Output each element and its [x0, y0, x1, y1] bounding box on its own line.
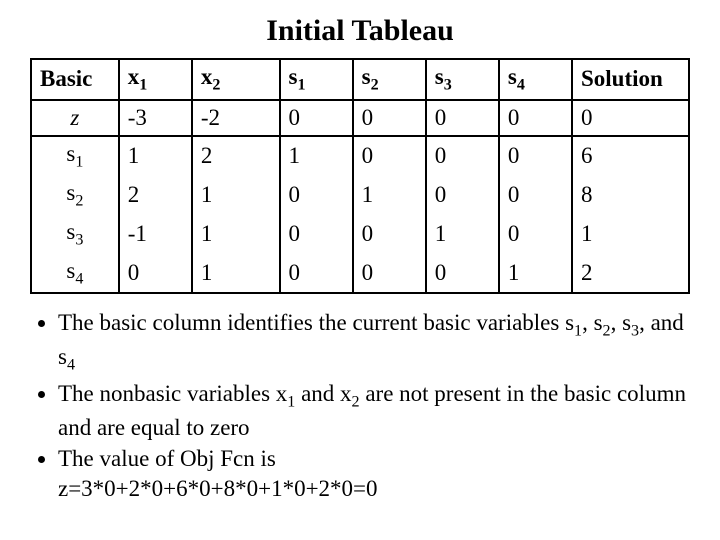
- cell: 1: [499, 254, 572, 294]
- col-x2: x2: [192, 59, 280, 100]
- cell: 0: [353, 254, 426, 294]
- cell: 1: [353, 176, 426, 215]
- cell-solution: 6: [572, 136, 689, 176]
- cell: 0: [426, 254, 499, 294]
- cell-basic: s1: [31, 136, 119, 176]
- cell-solution: 2: [572, 254, 689, 294]
- col-solution: Solution: [572, 59, 689, 100]
- cell: -3: [119, 100, 192, 137]
- cell: 1: [426, 215, 499, 254]
- cell: 0: [280, 176, 353, 215]
- objective-formula: z=3*0+2*0+6*0+8*0+1*0+2*0=0: [58, 476, 690, 502]
- cell: 2: [192, 136, 280, 176]
- cell-solution: 1: [572, 215, 689, 254]
- cell: 0: [353, 215, 426, 254]
- bullet-list: The basic column identifies the current …: [30, 308, 690, 473]
- cell: -2: [192, 100, 280, 137]
- col-s1: s1: [280, 59, 353, 100]
- cell-solution: 8: [572, 176, 689, 215]
- bullet-item: The nonbasic variables x1 and x2 are not…: [58, 379, 690, 443]
- table-row: s1 1 2 1 0 0 0 6: [31, 136, 689, 176]
- cell-basic: s4: [31, 254, 119, 294]
- cell: 0: [280, 254, 353, 294]
- table-row: s3 -1 1 0 0 1 0 1: [31, 215, 689, 254]
- bullet-item: The value of Obj Fcn is: [58, 444, 690, 473]
- cell: 0: [499, 100, 572, 137]
- col-s3: s3: [426, 59, 499, 100]
- page-title: Initial Tableau: [30, 14, 690, 48]
- cell: 0: [426, 100, 499, 137]
- cell: 1: [192, 176, 280, 215]
- col-basic: Basic: [31, 59, 119, 100]
- table-row: z -3 -2 0 0 0 0 0: [31, 100, 689, 137]
- cell: 0: [119, 254, 192, 294]
- cell: 1: [119, 136, 192, 176]
- table-header-row: Basic x1 x2 s1 s2 s3 s4 Solution: [31, 59, 689, 100]
- cell-solution: 0: [572, 100, 689, 137]
- cell: 2: [119, 176, 192, 215]
- cell-basic: z: [31, 100, 119, 137]
- cell: 0: [499, 176, 572, 215]
- cell: 0: [353, 100, 426, 137]
- cell: 0: [353, 136, 426, 176]
- col-s4: s4: [499, 59, 572, 100]
- col-s2: s2: [353, 59, 426, 100]
- cell: 0: [499, 215, 572, 254]
- col-x1: x1: [119, 59, 192, 100]
- cell: 0: [280, 215, 353, 254]
- bullet-item: The basic column identifies the current …: [58, 308, 690, 376]
- cell-basic: s2: [31, 176, 119, 215]
- cell: 1: [192, 215, 280, 254]
- cell: -1: [119, 215, 192, 254]
- simplex-tableau: Basic x1 x2 s1 s2 s3 s4 Solution z -3 -2…: [30, 58, 690, 294]
- cell-basic: s3: [31, 215, 119, 254]
- cell: 1: [280, 136, 353, 176]
- cell: 0: [499, 136, 572, 176]
- cell: 0: [426, 136, 499, 176]
- table-row: s2 2 1 0 1 0 0 8: [31, 176, 689, 215]
- table-row: s4 0 1 0 0 0 1 2: [31, 254, 689, 294]
- cell: 0: [280, 100, 353, 137]
- cell: 1: [192, 254, 280, 294]
- cell: 0: [426, 176, 499, 215]
